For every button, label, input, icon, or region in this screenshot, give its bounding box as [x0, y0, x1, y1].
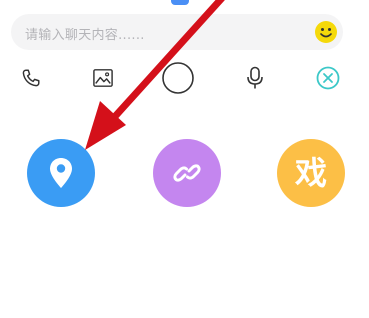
link-icon	[173, 164, 201, 182]
close-button[interactable]	[314, 63, 342, 93]
location-pin-icon	[50, 158, 72, 188]
emoji-icon[interactable]	[314, 20, 338, 44]
image-icon	[93, 69, 113, 87]
circle-button-icon	[162, 62, 194, 94]
location-button[interactable]	[27, 139, 95, 207]
image-button[interactable]	[89, 63, 117, 93]
game-button[interactable]: 戏	[277, 139, 345, 207]
chat-input[interactable]: 请输入聊天内容......	[11, 14, 343, 50]
phone-icon	[22, 69, 40, 87]
voice-button[interactable]	[243, 63, 267, 93]
microphone-icon	[247, 66, 263, 89]
circle-button[interactable]	[160, 60, 196, 96]
link-button[interactable]	[153, 139, 221, 207]
close-icon	[316, 66, 340, 90]
chat-input-placeholder: 请输入聊天内容......	[25, 28, 145, 43]
game-label: 戏	[294, 154, 327, 192]
top-edge-icon	[171, 0, 189, 5]
phone-button[interactable]	[18, 63, 44, 93]
